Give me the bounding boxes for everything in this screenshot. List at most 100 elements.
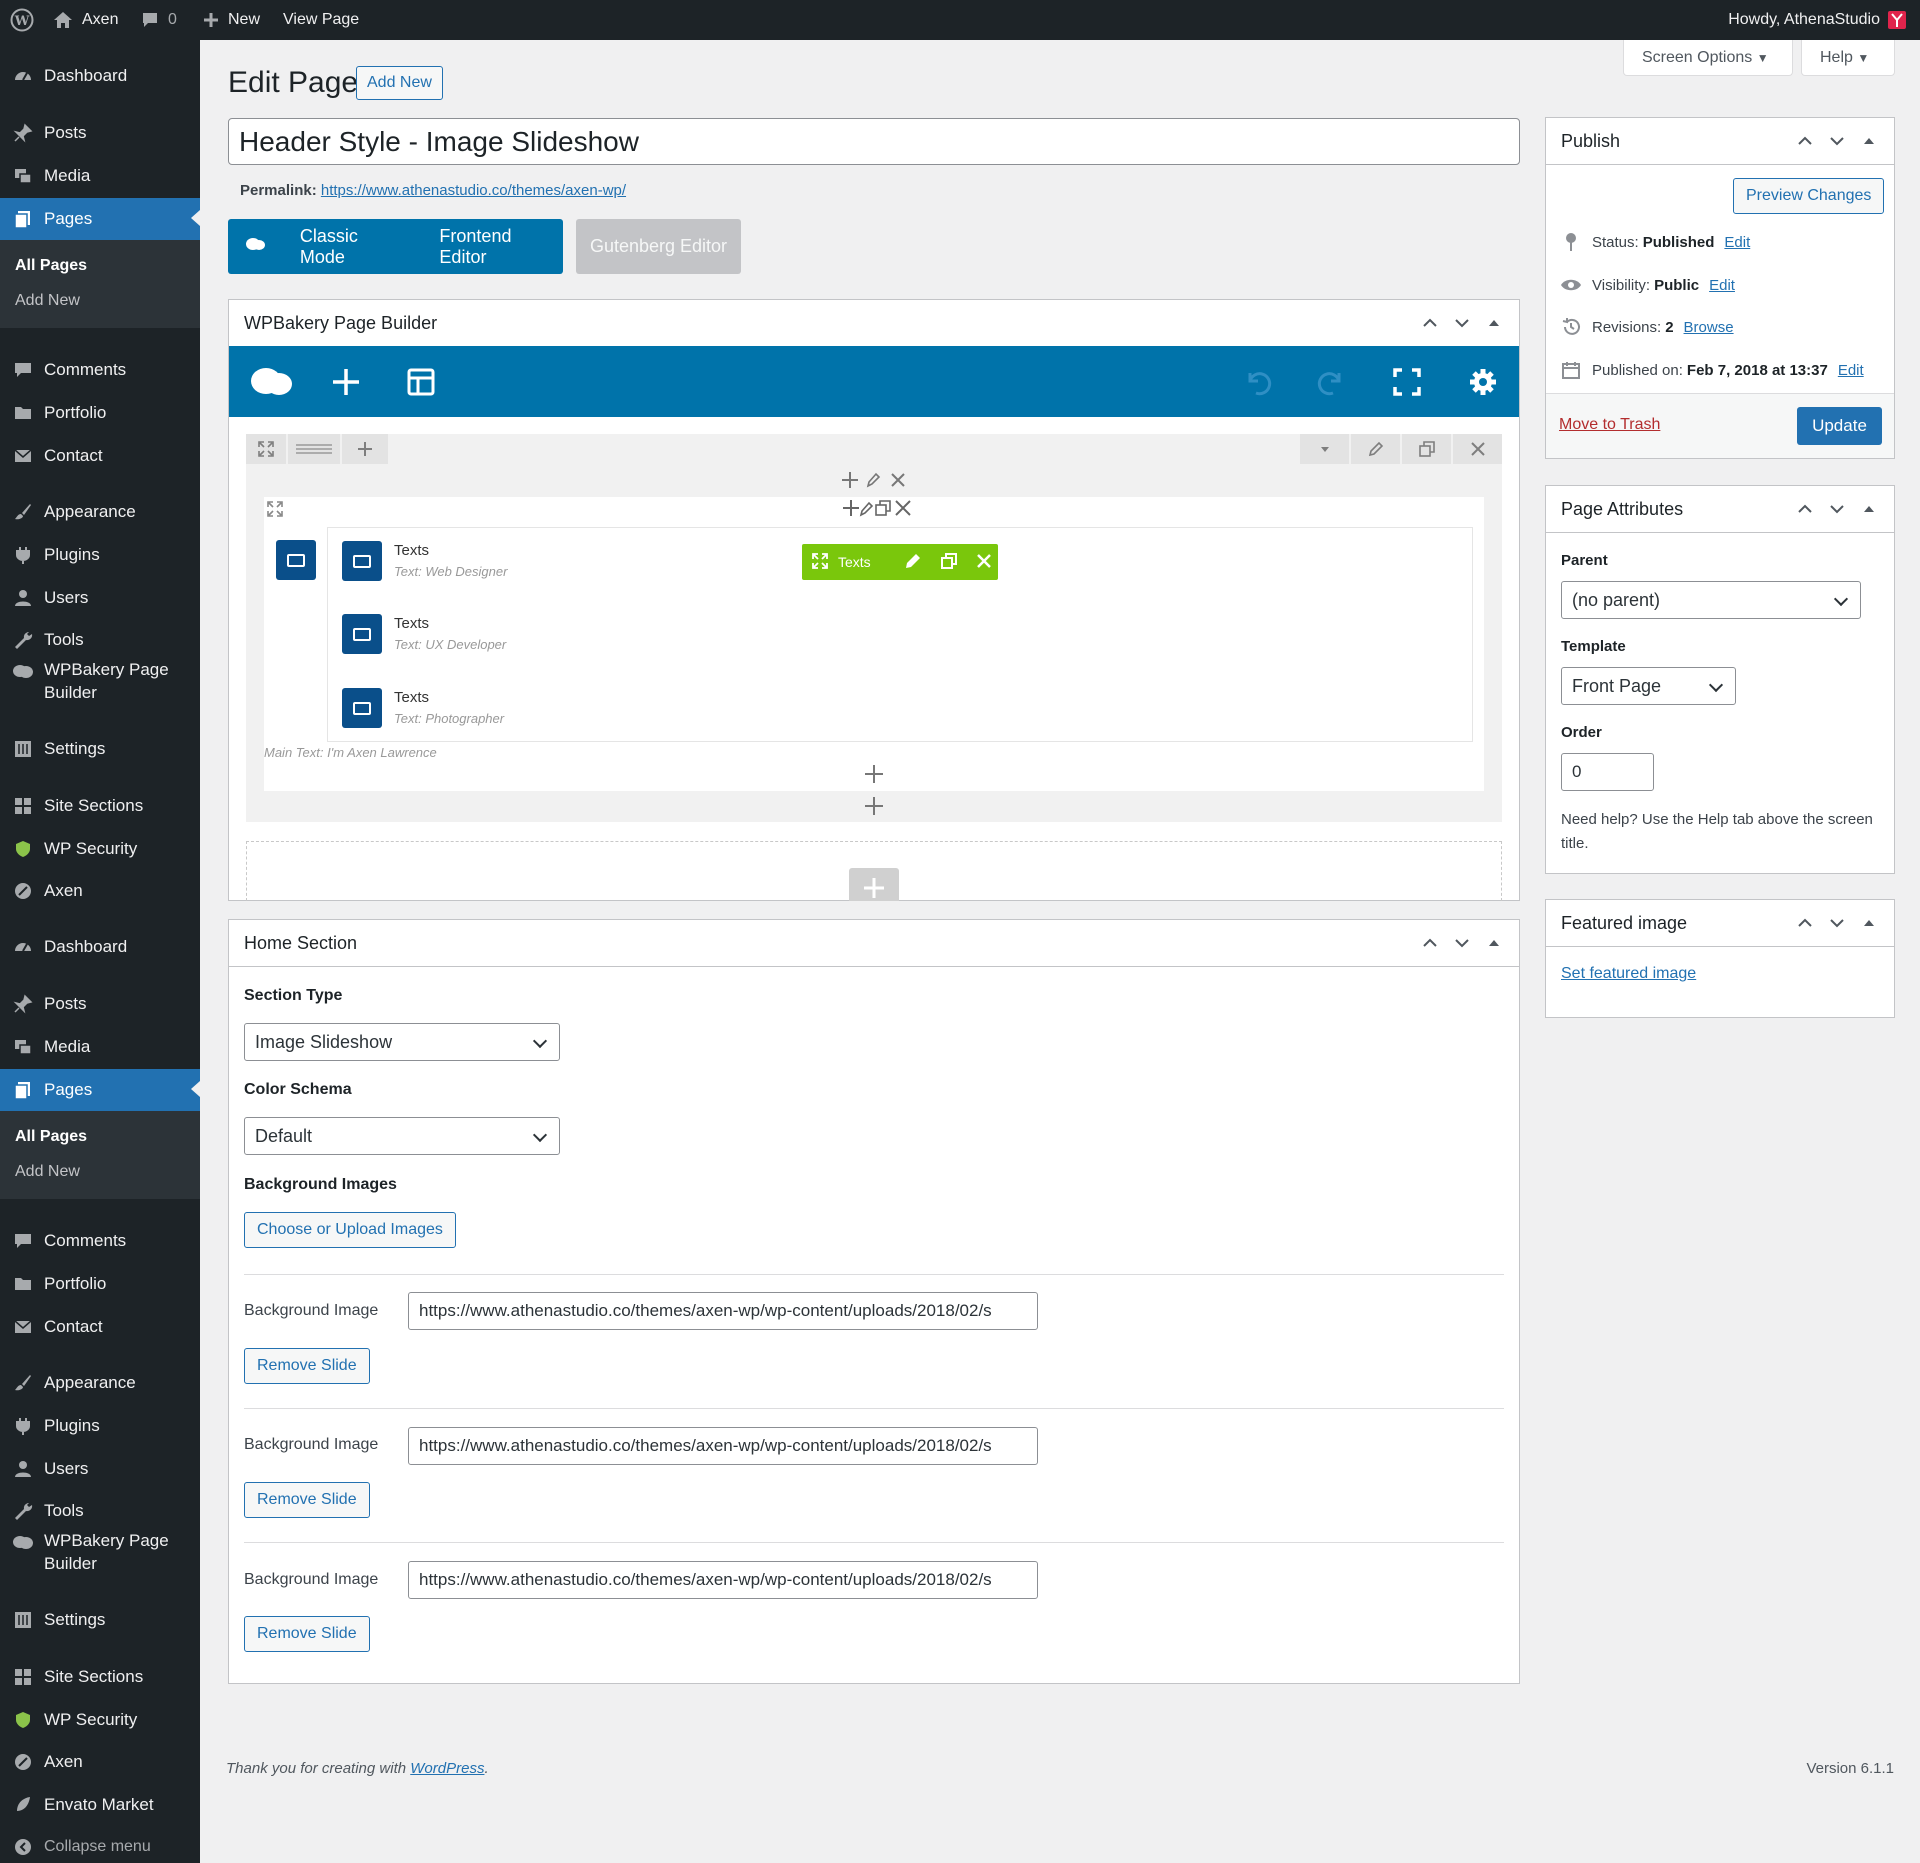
background-image-url-input[interactable]: https://www.athenastudio.co/themes/axen-… <box>408 1292 1038 1330</box>
color-schema-select[interactable]: Default <box>244 1117 560 1155</box>
menu-wpbakery-2[interactable]: WPBakery Page Builder <box>0 1521 200 1577</box>
menu-appearance[interactable]: Appearance <box>0 492 200 532</box>
toggle-triangle-icon[interactable] <box>1860 914 1878 937</box>
menu-users-2[interactable]: Users <box>0 1449 200 1489</box>
chevron-up-icon[interactable] <box>1796 132 1814 155</box>
menu-axen-2[interactable]: Axen <box>0 1742 200 1782</box>
menu-dashboard-2[interactable]: Dashboard <box>0 927 200 967</box>
menu-settings-2[interactable]: Settings <box>0 1600 200 1640</box>
menu-wp-security[interactable]: WP Security <box>0 829 200 869</box>
row-add-column-icon[interactable] <box>342 434 388 464</box>
choose-upload-images-button[interactable]: Choose or Upload Images <box>244 1212 456 1248</box>
toggle-triangle-icon[interactable] <box>1485 314 1503 337</box>
edit-visibility-link[interactable]: Edit <box>1709 277 1735 294</box>
view-page-link[interactable]: View Page <box>283 0 359 40</box>
submenu-add-new-2[interactable]: Add New <box>0 1154 200 1189</box>
inner-move-icon[interactable] <box>266 500 284 523</box>
submenu-all-pages[interactable]: All Pages <box>0 248 200 283</box>
chevron-down-icon[interactable] <box>1828 914 1846 937</box>
menu-site-sections-2[interactable]: Site Sections <box>0 1657 200 1697</box>
chevron-up-icon[interactable] <box>1421 934 1439 957</box>
screen-options-button[interactable]: Screen Options ▼ <box>1623 40 1793 76</box>
menu-media[interactable]: Media <box>0 156 200 196</box>
site-name-link[interactable]: Axen <box>52 0 118 40</box>
toggle-triangle-icon[interactable] <box>1860 500 1878 523</box>
row-delete-icon[interactable] <box>1453 434 1502 464</box>
toggle-triangle-icon[interactable] <box>1485 934 1503 957</box>
chevron-up-icon[interactable] <box>1796 914 1814 937</box>
text-element-icon[interactable] <box>342 688 382 728</box>
menu-users[interactable]: Users <box>0 578 200 618</box>
menu-posts[interactable]: Posts <box>0 113 200 153</box>
close-icon[interactable] <box>976 553 992 572</box>
menu-plugins-2[interactable]: Plugins <box>0 1406 200 1446</box>
gear-icon[interactable] <box>1464 363 1502 401</box>
preview-changes-button[interactable]: Preview Changes <box>1733 178 1885 214</box>
menu-site-sections[interactable]: Site Sections <box>0 786 200 826</box>
add-element-inner-icon[interactable] <box>863 763 885 790</box>
row-layout-icon[interactable] <box>288 434 340 464</box>
help-button[interactable]: Help ▼ <box>1801 40 1895 76</box>
menu-envato[interactable]: Envato Market <box>0 1785 200 1825</box>
edit-pencil-icon[interactable] <box>904 552 922 573</box>
update-button[interactable]: Update <box>1797 407 1882 445</box>
add-element-row-icon[interactable] <box>863 795 885 822</box>
toggle-triangle-icon[interactable] <box>1860 132 1878 155</box>
account-menu[interactable]: Howdy, AthenaStudio <box>1728 0 1906 40</box>
menu-wpbakery[interactable]: WPBakery Page Builder <box>0 650 200 706</box>
wordpress-logo-icon[interactable]: W <box>10 0 34 40</box>
collapse-menu-button[interactable]: Collapse menu <box>0 1827 200 1863</box>
edit-status-link[interactable]: Edit <box>1724 234 1750 251</box>
chevron-down-icon[interactable] <box>1828 500 1846 523</box>
menu-contact-2[interactable]: Contact <box>0 1307 200 1347</box>
add-element-icon[interactable] <box>327 363 365 401</box>
wordpress-link[interactable]: WordPress <box>410 1760 484 1777</box>
submenu-add-new[interactable]: Add New <box>0 283 200 318</box>
chevron-down-icon[interactable] <box>1453 934 1471 957</box>
move-icon[interactable] <box>812 552 828 572</box>
menu-comments-2[interactable]: Comments <box>0 1221 200 1261</box>
text-element-icon[interactable] <box>276 540 316 580</box>
remove-slide-button[interactable]: Remove Slide <box>244 1482 370 1518</box>
frontend-editor-button[interactable]: Frontend Editor <box>439 226 563 268</box>
menu-wp-security-2[interactable]: WP Security <box>0 1700 200 1740</box>
clone-icon[interactable] <box>940 552 958 573</box>
redo-icon[interactable] <box>1313 363 1351 401</box>
add-row-dropzone[interactable] <box>246 841 1502 901</box>
gutenberg-editor-button[interactable]: Gutenberg Editor <box>576 219 741 274</box>
edit-date-link[interactable]: Edit <box>1838 362 1864 379</box>
background-image-url-input[interactable]: https://www.athenastudio.co/themes/axen-… <box>408 1561 1038 1599</box>
menu-portfolio[interactable]: Portfolio <box>0 393 200 433</box>
menu-media-2[interactable]: Media <box>0 1027 200 1067</box>
chevron-down-icon[interactable] <box>1828 132 1846 155</box>
background-image-url-input[interactable]: https://www.athenastudio.co/themes/axen-… <box>408 1427 1038 1465</box>
row-clone-icon[interactable] <box>1402 434 1451 464</box>
menu-portfolio-2[interactable]: Portfolio <box>0 1264 200 1304</box>
text-element-icon[interactable] <box>342 614 382 654</box>
menu-posts-2[interactable]: Posts <box>0 984 200 1024</box>
row-edit-icon[interactable] <box>1351 434 1400 464</box>
add-new-button[interactable]: Add New <box>356 66 443 100</box>
fullscreen-icon[interactable] <box>1388 363 1426 401</box>
menu-settings[interactable]: Settings <box>0 729 200 769</box>
comments-link[interactable]: 0 <box>140 0 177 40</box>
chevron-up-icon[interactable] <box>1796 500 1814 523</box>
menu-axen[interactable]: Axen <box>0 871 200 911</box>
row-toggle-icon[interactable] <box>1300 434 1349 464</box>
chevron-down-icon[interactable] <box>1453 314 1471 337</box>
menu-dashboard[interactable]: Dashboard <box>0 56 200 96</box>
menu-plugins[interactable]: Plugins <box>0 535 200 575</box>
remove-slide-button[interactable]: Remove Slide <box>244 1348 370 1384</box>
row-move-icon[interactable] <box>246 434 286 464</box>
classic-mode-button[interactable]: Classic Mode <box>300 226 408 268</box>
set-featured-image-link[interactable]: Set featured image <box>1561 965 1696 983</box>
menu-pages[interactable]: Pages <box>0 198 200 240</box>
remove-slide-button[interactable]: Remove Slide <box>244 1616 370 1652</box>
menu-comments[interactable]: Comments <box>0 350 200 390</box>
new-content-link[interactable]: New <box>202 0 260 40</box>
add-row-plus-icon[interactable] <box>849 868 899 901</box>
chevron-up-icon[interactable] <box>1421 314 1439 337</box>
post-title-input[interactable]: Header Style - Image Slideshow <box>228 118 1520 165</box>
menu-pages-2[interactable]: Pages <box>0 1069 200 1111</box>
parent-select[interactable]: (no parent) <box>1561 581 1861 619</box>
